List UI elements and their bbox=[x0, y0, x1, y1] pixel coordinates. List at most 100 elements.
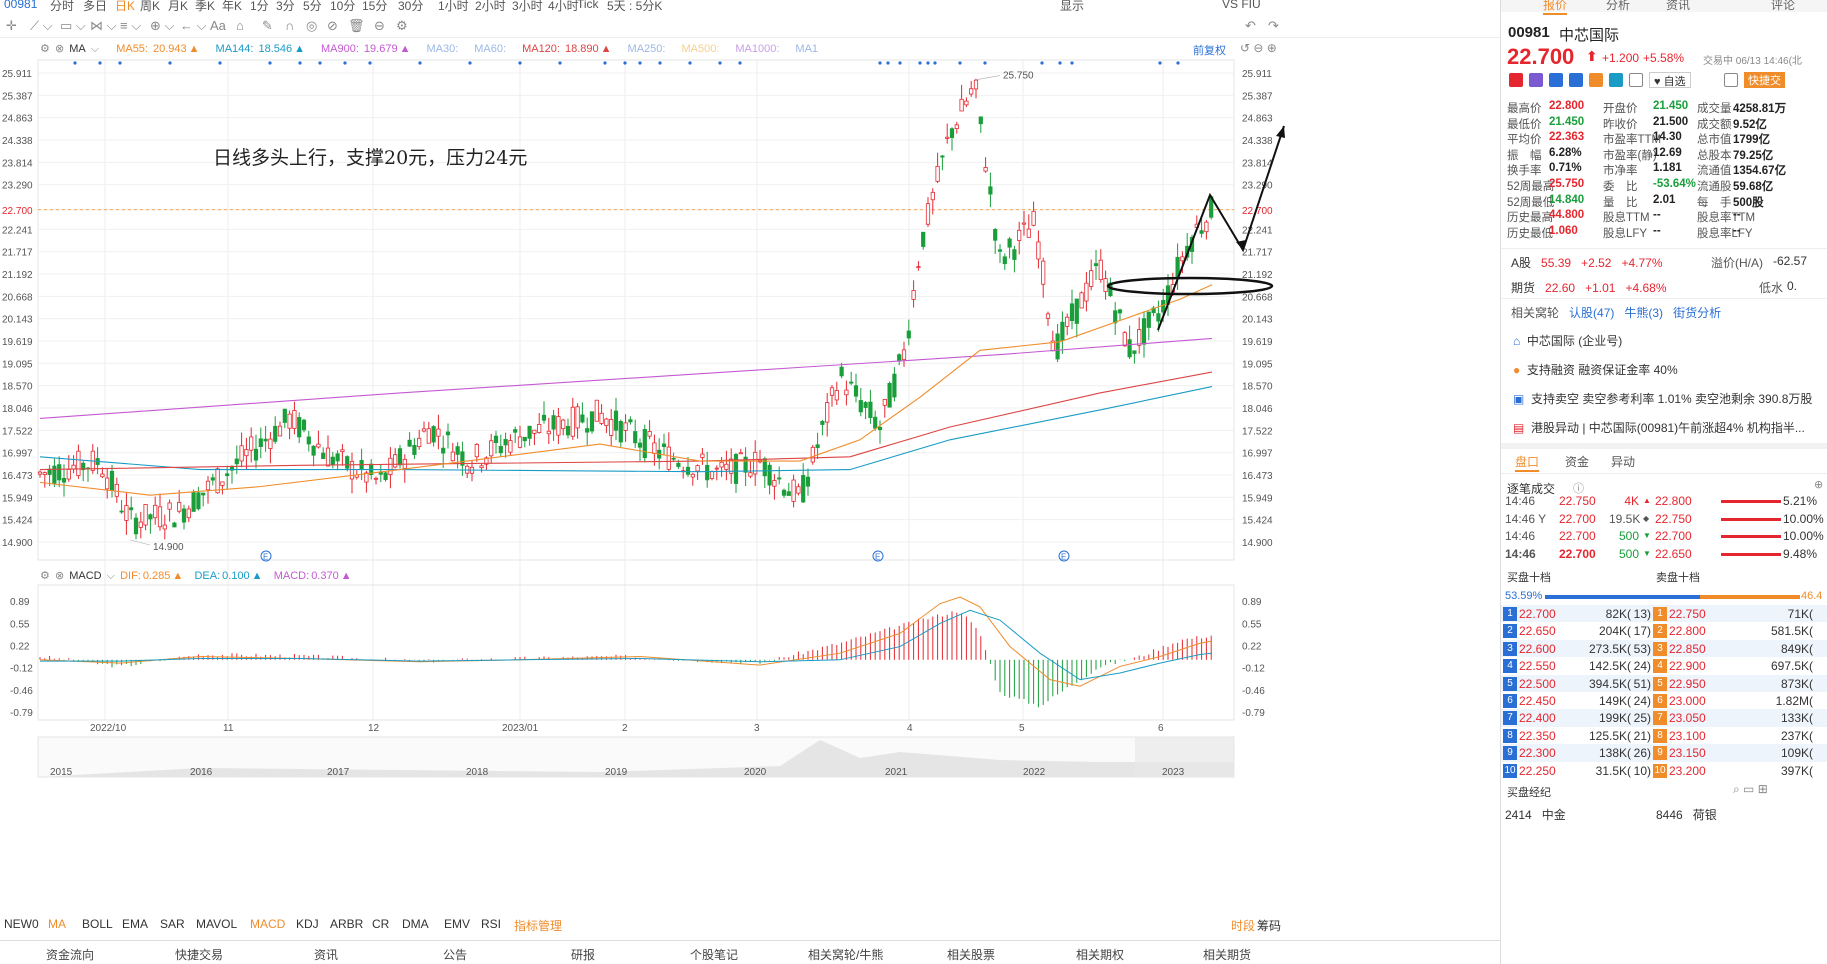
tab-news[interactable]: 资讯 bbox=[1666, 0, 1690, 13]
indicator-tab[interactable]: MACD bbox=[250, 917, 285, 931]
bottom-nav-item[interactable]: 研报 bbox=[571, 946, 595, 963]
period-tab[interactable]: 1小时 bbox=[438, 0, 469, 12]
bell-icon[interactable] bbox=[1724, 73, 1738, 87]
bottom-nav-item[interactable]: 个股笔记 bbox=[690, 946, 738, 963]
event-marker[interactable] bbox=[933, 61, 937, 65]
period-tab[interactable]: 分时 bbox=[50, 0, 74, 12]
info-news[interactable]: ▤ 港股异动 | 中芯国际(00981)午前涨超4% 机构指半... bbox=[1513, 419, 1827, 443]
event-marker[interactable] bbox=[983, 61, 987, 65]
event-marker[interactable] bbox=[738, 61, 742, 65]
magnet-icon[interactable]: ∩ bbox=[285, 18, 294, 33]
event-marker[interactable] bbox=[718, 61, 722, 65]
period-tab[interactable]: 3分 bbox=[276, 0, 295, 12]
broker-row[interactable]: 8446 荷银 bbox=[1656, 806, 1717, 823]
overview-window[interactable] bbox=[1135, 737, 1234, 777]
close-icon[interactable]: ⊗ bbox=[55, 570, 64, 582]
period-tab[interactable]: 周K bbox=[140, 0, 160, 12]
period-tab[interactable]: 年K bbox=[222, 0, 242, 12]
period-tab[interactable]: Tick bbox=[577, 0, 599, 11]
tab-unusual[interactable]: 异动 bbox=[1611, 453, 1635, 470]
event-marker[interactable] bbox=[1070, 61, 1074, 65]
event-marker[interactable] bbox=[878, 61, 882, 65]
a-share-row[interactable]: A股 55.39 +2.52 +4.77% 溢价(H/A) -62.57 bbox=[1511, 254, 1827, 278]
pencil-icon[interactable]: ✎ bbox=[262, 18, 273, 34]
watchlist-button[interactable]: ♥ 自选 bbox=[1649, 72, 1691, 88]
indicator-tab[interactable]: ARBR bbox=[330, 917, 363, 931]
broker-row[interactable]: 2414 中金 bbox=[1505, 806, 1566, 823]
stock-code-tab[interactable]: 00981 bbox=[4, 0, 37, 11]
eye-icon[interactable]: ◎ bbox=[306, 18, 317, 34]
lock-icon[interactable]: ⊖ bbox=[374, 18, 385, 34]
indicator-tab[interactable]: 指标管理 bbox=[514, 917, 562, 934]
event-marker[interactable] bbox=[623, 61, 627, 65]
event-marker[interactable] bbox=[926, 61, 930, 65]
options-icon[interactable] bbox=[1589, 73, 1603, 87]
line-tool-icon[interactable]: ⟋ ⌵ bbox=[30, 18, 53, 34]
event-marker[interactable] bbox=[468, 61, 472, 65]
tab-cbbc[interactable]: 牛熊(3) bbox=[1624, 306, 1663, 320]
event-marker[interactable] bbox=[886, 61, 890, 65]
bottom-nav-item[interactable]: 相关期权 bbox=[1076, 946, 1124, 963]
bottom-nav-item[interactable]: 相关股票 bbox=[947, 946, 995, 963]
indicator-tab[interactable]: MA bbox=[48, 917, 66, 931]
settings-icon[interactable]: ⚙ bbox=[40, 570, 50, 582]
indicator-tab[interactable]: KDJ bbox=[296, 917, 319, 931]
event-marker[interactable] bbox=[218, 61, 222, 65]
event-marker[interactable] bbox=[688, 61, 692, 65]
broker-tools-icon[interactable]: ⌕ ▭ ⊞ bbox=[1733, 782, 1768, 797]
indicator-tab[interactable]: DMA bbox=[402, 917, 429, 931]
bottom-nav-item[interactable]: 快捷交易 bbox=[175, 946, 223, 963]
event-marker[interactable] bbox=[898, 61, 902, 65]
arrow-tool-icon[interactable]: ← ⌵ bbox=[180, 18, 206, 34]
info-margin[interactable]: ● 支持融资 融资保证金率 40% bbox=[1513, 361, 1827, 385]
session-tab[interactable]: 时段 bbox=[1231, 917, 1255, 934]
event-marker[interactable] bbox=[558, 61, 562, 65]
indicator-tab[interactable]: RSI bbox=[481, 917, 501, 931]
margin-icon[interactable] bbox=[1529, 73, 1543, 87]
bottom-nav-item[interactable]: 资金流向 bbox=[46, 946, 94, 963]
indicator-tab[interactable]: CR bbox=[372, 917, 389, 931]
event-marker[interactable] bbox=[73, 61, 77, 65]
event-marker[interactable] bbox=[1058, 61, 1062, 65]
bottom-nav-item[interactable]: 公告 bbox=[443, 946, 467, 963]
period-tab[interactable]: 日K bbox=[115, 0, 135, 12]
indicator-tab[interactable]: BOLL bbox=[82, 917, 113, 931]
period-tab[interactable]: 月K bbox=[168, 0, 188, 12]
period-tab[interactable]: 10分 bbox=[330, 0, 355, 12]
compare-menu[interactable]: VS FIU bbox=[1222, 0, 1261, 11]
info-short[interactable]: ▣ 支持卖空 卖空参考利率 1.01% 卖空池剩余 390.8万股 bbox=[1513, 390, 1827, 414]
info-company[interactable]: ⌂ 中芯国际 (企业号) bbox=[1513, 332, 1827, 356]
ruler-icon[interactable]: ⌂ bbox=[236, 18, 244, 33]
period-tab[interactable]: 4小时 bbox=[548, 0, 579, 12]
event-marker[interactable] bbox=[418, 61, 422, 65]
hk-flag-icon[interactable] bbox=[1509, 73, 1523, 87]
event-marker[interactable] bbox=[638, 61, 642, 65]
fib-tool-icon[interactable]: ⋈ ⌵ bbox=[90, 18, 116, 34]
period-tab[interactable]: 多日 bbox=[83, 0, 107, 12]
delete-drawing-icon[interactable]: ⊘ bbox=[327, 18, 338, 34]
short-icon[interactable] bbox=[1549, 73, 1563, 87]
chip-tab[interactable]: 筹码 bbox=[1257, 917, 1281, 934]
kline-chart-area[interactable]: ⚙ ⊗ MA ⌵ MA55: 20.943 ▲ MA144: 18.546 ▲ MA900:… bbox=[0, 40, 1500, 900]
indicator-tab[interactable]: EMV bbox=[444, 917, 470, 931]
tab-analysis[interactable]: 分析 bbox=[1606, 0, 1630, 13]
orderbook-row[interactable]: 10 22.250 31.5K(10) 10 23.200 397K( bbox=[1501, 761, 1827, 782]
display-menu[interactable]: 显示 bbox=[1060, 0, 1084, 12]
tab-orderbook[interactable]: 盘口 bbox=[1515, 453, 1540, 472]
tab-street[interactable]: 街货分析 bbox=[1673, 306, 1721, 320]
period-tab[interactable]: 2小时 bbox=[475, 0, 506, 12]
indicator-tab[interactable]: MAVOL bbox=[196, 917, 237, 931]
tab-capital[interactable]: 资金 bbox=[1565, 453, 1589, 470]
event-marker[interactable] bbox=[268, 61, 272, 65]
note-icon[interactable] bbox=[1629, 73, 1643, 87]
stock-connect-icon[interactable] bbox=[1569, 73, 1583, 87]
period-tab[interactable]: 1分 bbox=[250, 0, 269, 12]
indicator-tab[interactable]: EMA bbox=[122, 917, 148, 931]
period-tab[interactable]: 季K bbox=[195, 0, 215, 12]
tab-quote[interactable]: 报价 bbox=[1543, 0, 1568, 15]
channel-tool-icon[interactable]: ≡ ⌵ bbox=[120, 18, 141, 34]
event-marker[interactable] bbox=[603, 61, 607, 65]
settings-icon[interactable]: ⚙ bbox=[396, 18, 408, 34]
pitchfork-tool-icon[interactable]: ⊕ ⌵ bbox=[150, 18, 174, 34]
shape-tool-icon[interactable]: ▭ ⌵ bbox=[60, 18, 86, 34]
